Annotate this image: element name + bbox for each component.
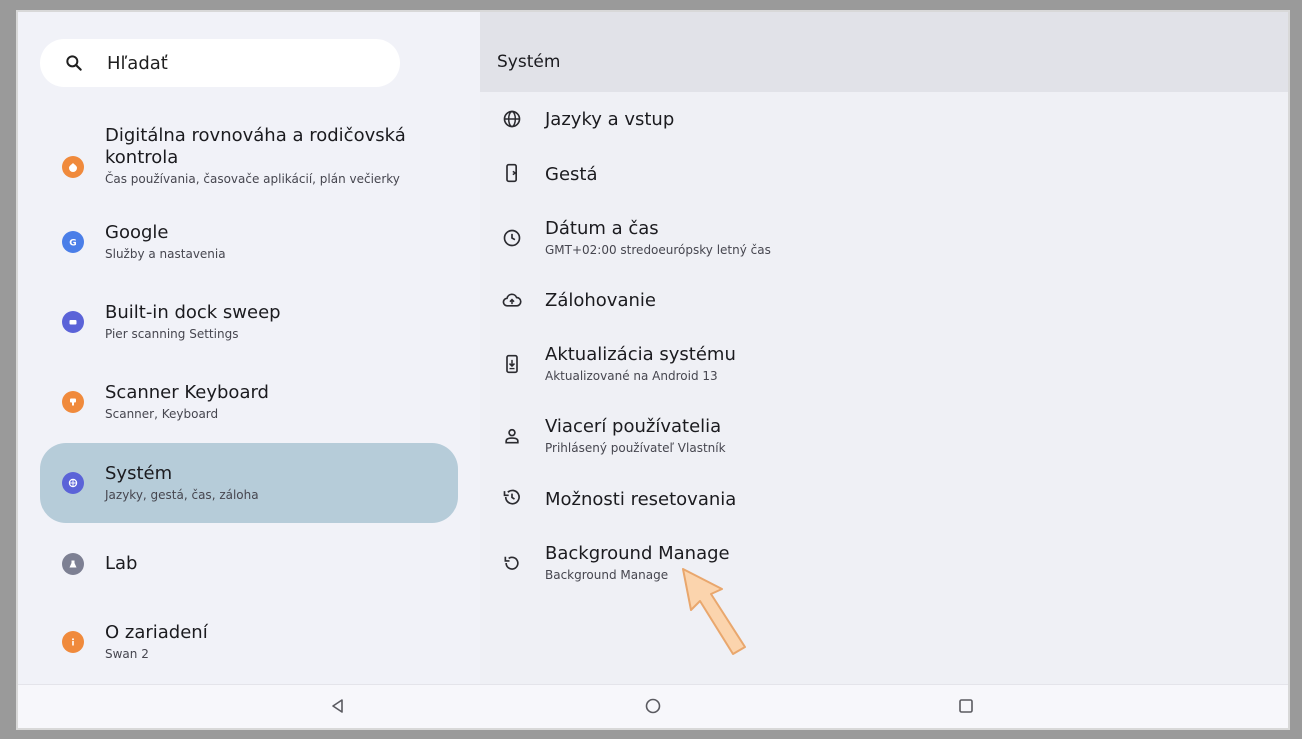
- sidebar-item-lab[interactable]: Lab: [40, 542, 458, 586]
- setting-title: Zálohovanie: [545, 290, 656, 311]
- sidebar-item-google[interactable]: G Google Služby a nastavenia: [40, 212, 458, 272]
- recents-icon[interactable]: [956, 696, 976, 716]
- sidebar-item-title: Systém: [105, 463, 173, 484]
- sidebar-item-title: Lab: [105, 553, 138, 574]
- sidebar-item-dock-sweep[interactable]: Built-in dock sweep Pier scanning Settin…: [40, 292, 458, 352]
- clock-icon: [503, 229, 521, 247]
- setting-reset-options[interactable]: Možnosti resetovania: [480, 487, 1288, 521]
- sidebar-item-digital-wellbeing[interactable]: Digitálna rovnováha a rodičovská kontrol…: [40, 122, 458, 196]
- dock-icon: [62, 311, 84, 333]
- globe-icon: [503, 110, 521, 128]
- svg-text:G: G: [69, 239, 76, 249]
- digital-wellbeing-icon: [62, 156, 84, 178]
- sidebar-item-about-device[interactable]: O zariadení Swan 2: [40, 612, 458, 672]
- system-update-icon: [506, 354, 518, 374]
- sidebar-item-subtitle: Swan 2: [105, 647, 149, 661]
- pointer-arrow-icon: [682, 568, 746, 655]
- setting-title: Aktualizácia systému: [545, 344, 736, 365]
- sidebar-item-subtitle: Scanner, Keyboard: [105, 407, 219, 421]
- google-icon: G: [62, 231, 84, 253]
- sidebar-item-subtitle: Služby a nastavenia: [105, 247, 226, 261]
- setting-languages[interactable]: Jazyky a vstup: [480, 107, 1288, 141]
- gesture-icon: [506, 163, 517, 183]
- history-icon: [503, 489, 520, 505]
- setting-gestures[interactable]: Gestá: [480, 162, 1288, 196]
- navigation-bar: [18, 684, 1288, 728]
- screen: Hľadať Digitálna rovnováha a rodičovská …: [18, 12, 1288, 728]
- setting-date-time[interactable]: Dátum a čas GMT+02:00 stredoeurópsky let…: [480, 217, 1288, 267]
- setting-title: Jazyky a vstup: [545, 109, 675, 130]
- setting-subtitle: GMT+02:00 stredoeurópsky letný čas: [545, 243, 771, 257]
- person-icon: [505, 428, 519, 444]
- settings-sidebar: Hľadať Digitálna rovnováha a rodičovská …: [18, 12, 480, 684]
- sidebar-item-system[interactable]: Systém Jazyky, gestá, čas, záloha: [40, 443, 458, 523]
- lab-icon: [62, 553, 84, 575]
- setting-title: Background Manage: [545, 543, 730, 564]
- setting-title: Možnosti resetovania: [545, 489, 737, 510]
- sidebar-item-title: O zariadení: [105, 622, 208, 643]
- sidebar-item-subtitle: Pier scanning Settings: [105, 327, 239, 341]
- device-frame: Hľadať Digitálna rovnováha a rodičovská …: [0, 0, 1302, 739]
- info-icon: [62, 631, 84, 653]
- cloud-upload-icon: [502, 293, 522, 307]
- home-icon[interactable]: [643, 696, 663, 716]
- setting-multiple-users[interactable]: Viacerí používatelia Prihlásený používat…: [480, 415, 1288, 465]
- page-title: Systém: [497, 52, 561, 72]
- setting-subtitle: Prihlásený používateľ Vlastník: [545, 441, 726, 455]
- setting-subtitle: Aktualizované na Android 13: [545, 369, 718, 383]
- refresh-icon: [504, 556, 519, 570]
- sidebar-item-subtitle: Jazyky, gestá, čas, záloha: [105, 488, 259, 502]
- info-icon: [62, 472, 84, 494]
- keyboard-icon: [62, 391, 84, 413]
- search-icon: [66, 55, 82, 71]
- sidebar-item-title: Google: [105, 222, 169, 243]
- setting-title: Dátum a čas: [545, 218, 659, 239]
- sidebar-item-scanner-keyboard[interactable]: Scanner Keyboard Scanner, Keyboard: [40, 372, 458, 432]
- setting-backup[interactable]: Zálohovanie: [480, 288, 1288, 322]
- sidebar-item-subtitle: Čas používania, časovače aplikácií, plán…: [105, 172, 400, 186]
- setting-system-update[interactable]: Aktualizácia systému Aktualizované na An…: [480, 343, 1288, 393]
- page-header: Systém: [480, 12, 1288, 92]
- search-placeholder: Hľadať: [107, 52, 168, 74]
- back-icon[interactable]: [328, 696, 348, 716]
- search-bar[interactable]: Hľadať: [40, 39, 400, 87]
- setting-title: Gestá: [545, 164, 598, 185]
- sidebar-item-title: Digitálna rovnováha a rodičovská kontrol…: [105, 125, 406, 168]
- sidebar-item-title: Built-in dock sweep: [105, 302, 281, 323]
- sidebar-item-title: Scanner Keyboard: [105, 382, 269, 403]
- system-settings-pane: Systém Jazyky a vstup Gestá Dátum a čas …: [480, 12, 1288, 684]
- setting-title: Viacerí používatelia: [545, 416, 722, 437]
- setting-background-manage[interactable]: Background Manage Background Manage: [480, 542, 1288, 592]
